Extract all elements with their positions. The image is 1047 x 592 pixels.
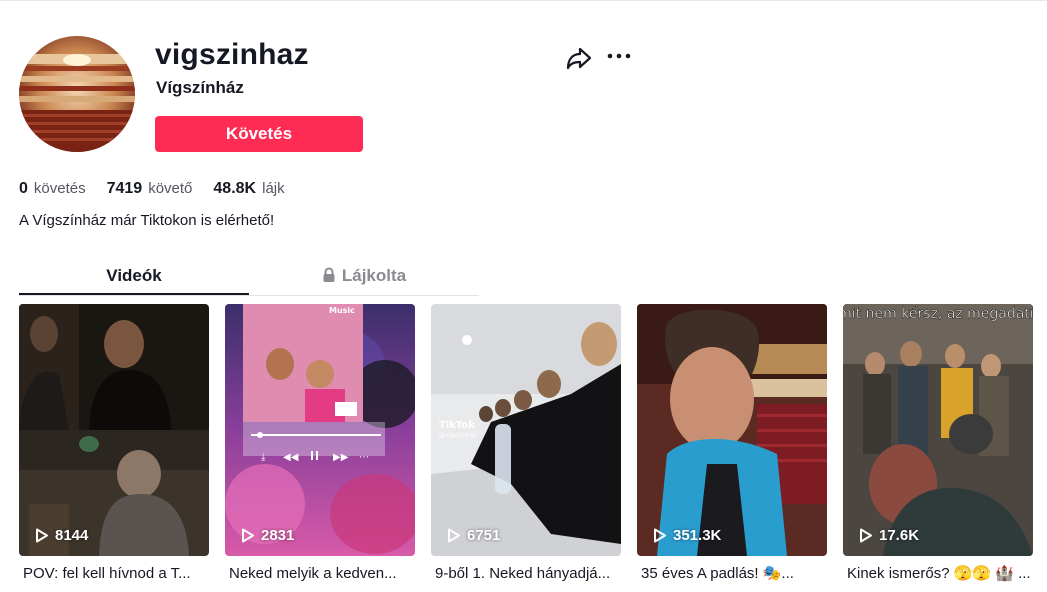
video-caption[interactable]: Neked melyik a kedven... bbox=[225, 565, 415, 583]
view-count-value: 351.3K bbox=[673, 527, 722, 544]
video-overlay-text: Amit nem kérsz, az megadatik! bbox=[843, 306, 1033, 322]
video-thumbnail: TikTok @vigszinhaz bbox=[431, 304, 621, 556]
profile-nickname: Vígszínház bbox=[156, 78, 244, 97]
video-card[interactable]: TikTok @vigszinhaz 6751 bbox=[431, 304, 621, 556]
view-count-value: 2831 bbox=[261, 527, 295, 544]
video-caption[interactable]: 35 éves A padlás! 🎭... bbox=[637, 565, 827, 583]
view-count: 2831 bbox=[241, 527, 294, 544]
tab-liked-label: Lájkolta bbox=[341, 266, 407, 285]
view-count: 8144 bbox=[35, 527, 88, 544]
svg-text:⤓: ⤓ bbox=[261, 452, 266, 463]
video-thumbnail bbox=[637, 304, 827, 556]
video-card[interactable]: 8144 bbox=[19, 304, 209, 556]
play-icon bbox=[860, 528, 872, 543]
followers-count: 7419 bbox=[106, 180, 143, 197]
likes-count: 48.8K bbox=[213, 180, 257, 197]
video-thumbnail: Amit nem kérsz, az megadatik! bbox=[843, 304, 1033, 556]
play-icon bbox=[242, 528, 254, 543]
view-count-value: 17.6K bbox=[879, 527, 920, 544]
view-count-value: 8144 bbox=[55, 527, 89, 544]
top-divider bbox=[0, 0, 1047, 1]
profile-bio: A Vígszínház már Tiktokon is elérhető! bbox=[19, 212, 275, 229]
tab-videos-label: Videók bbox=[106, 266, 162, 285]
video-caption[interactable]: Kinek ismerős? 🫣🫣 🏰 ... bbox=[843, 565, 1033, 583]
svg-text:▶▶: ▶▶ bbox=[333, 452, 349, 463]
likes-label: lájk bbox=[262, 180, 285, 197]
view-count: 6751 bbox=[447, 527, 500, 544]
play-icon bbox=[654, 528, 666, 543]
video-caption[interactable]: 9-ből 1. Neked hányadjá... bbox=[431, 565, 621, 583]
lock-icon bbox=[322, 264, 336, 292]
tab-liked[interactable]: Lájkolta bbox=[249, 262, 479, 296]
video-thumbnail bbox=[19, 304, 209, 556]
play-icon bbox=[448, 528, 460, 543]
view-count: 17.6K bbox=[859, 527, 919, 544]
following-count: 0 bbox=[19, 180, 28, 197]
share-arrow-icon bbox=[566, 47, 592, 70]
tab-divider bbox=[19, 295, 479, 296]
profile-stats: 0 követés 7419 követő 48.8K lájk bbox=[19, 178, 306, 200]
profile-username: vigszinhaz bbox=[155, 38, 309, 71]
followers-label: követő bbox=[148, 180, 193, 197]
follow-button[interactable]: Követés bbox=[155, 116, 363, 152]
view-count: 351.3K bbox=[653, 527, 721, 544]
video-card[interactable]: 351.3K bbox=[637, 304, 827, 556]
more-options-button[interactable] bbox=[604, 44, 634, 70]
video-card[interactable]: ⤓ ◀◀ ▶▶ ⋯ Music 2831 bbox=[225, 304, 415, 556]
avatar[interactable] bbox=[19, 36, 135, 152]
watermark-handle: @vigszinhaz bbox=[439, 432, 476, 439]
share-button[interactable] bbox=[564, 44, 594, 72]
music-tag: Music bbox=[329, 306, 355, 315]
tab-active-indicator bbox=[19, 293, 249, 295]
view-count-value: 6751 bbox=[467, 527, 501, 544]
ellipsis-icon bbox=[607, 53, 631, 59]
tab-videos[interactable]: Videók bbox=[19, 262, 249, 296]
video-caption[interactable]: POV: fel kell hívnod a T... bbox=[19, 565, 209, 583]
play-icon bbox=[36, 528, 48, 543]
video-card[interactable]: Amit nem kérsz, az megadatik! 17.6K bbox=[843, 304, 1033, 556]
avatar-image bbox=[19, 36, 135, 152]
svg-text:⋯: ⋯ bbox=[359, 452, 369, 463]
tiktok-watermark: TikTok bbox=[439, 420, 475, 431]
video-thumbnail: ⤓ ◀◀ ▶▶ ⋯ Music bbox=[225, 304, 415, 556]
svg-text:◀◀: ◀◀ bbox=[283, 452, 299, 463]
following-label: követés bbox=[33, 180, 86, 197]
